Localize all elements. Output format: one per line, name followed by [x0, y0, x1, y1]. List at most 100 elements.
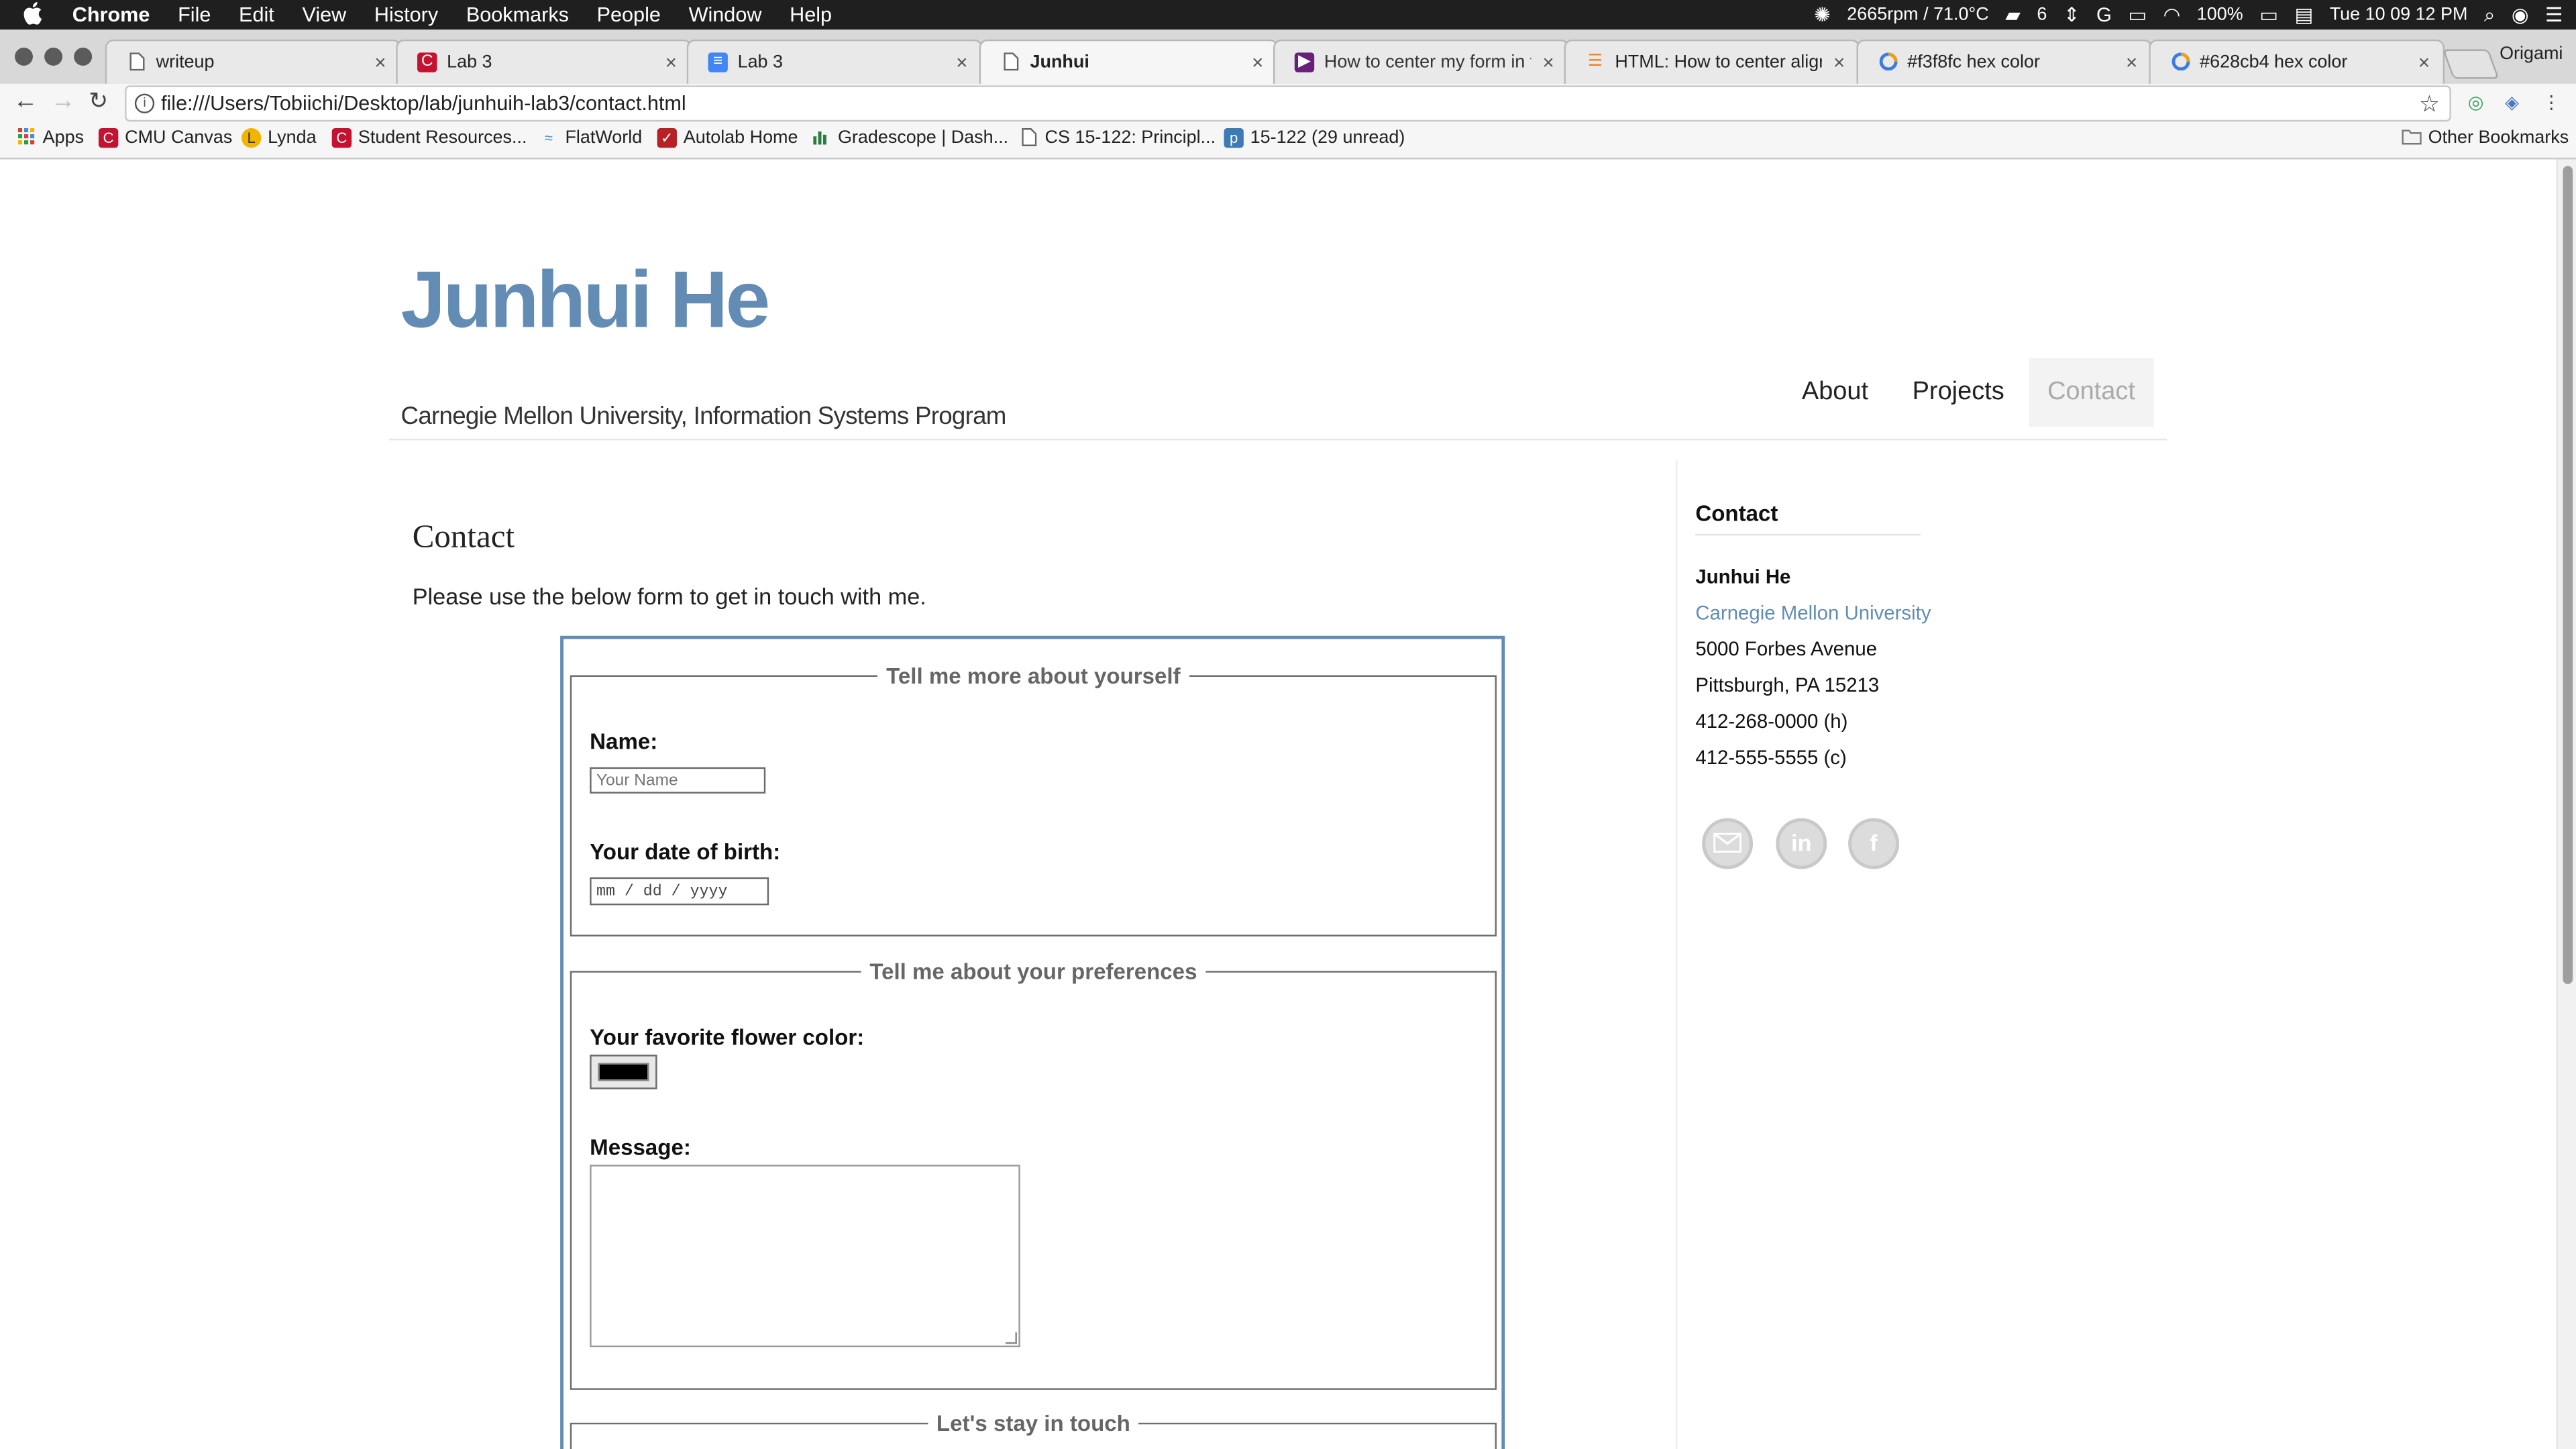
close-tab-icon[interactable]: × [665, 51, 677, 74]
message-textarea[interactable] [590, 1165, 1020, 1348]
extension-off-icon[interactable]: ◈ [2500, 92, 2523, 115]
notification-badge[interactable]: 6 [2037, 5, 2047, 24]
resize-grip-icon[interactable] [1005, 1332, 1017, 1344]
menu-people[interactable]: People [597, 3, 661, 26]
sidebar-university-link[interactable]: Carnegie Mellon University [1695, 601, 1931, 624]
menu-app-name[interactable]: Chrome [72, 3, 150, 26]
back-arrow-icon[interactable]: ← [13, 87, 38, 115]
facebook-icon[interactable]: f [1848, 818, 1900, 869]
address-bar[interactable]: i file:///Users/Tobiichi/Desktop/lab/jun… [125, 85, 2451, 122]
sidebar-divider [1675, 460, 1678, 1449]
fan-icon[interactable]: ✺ [1814, 3, 1831, 26]
tab-title: #f3f8fc hex color [1907, 52, 2040, 72]
fieldset-stay-in-touch: Let's stay in touch [570, 1411, 1497, 1449]
battery-icon[interactable]: ▭ [2259, 3, 2278, 26]
close-tab-icon[interactable]: × [2126, 51, 2137, 74]
page-icon [127, 52, 146, 72]
nav-about[interactable]: About [1781, 358, 1890, 427]
reload-icon[interactable]: ↻ [89, 87, 108, 115]
close-tab-icon[interactable]: × [374, 51, 386, 74]
sync-arrows-icon[interactable]: ⇕ [2063, 3, 2080, 26]
info-icon[interactable]: i [134, 93, 155, 113]
tab-writeup[interactable]: writeup × [105, 39, 401, 84]
dob-input[interactable]: mm / dd / yyyy [590, 877, 769, 906]
bookmark-other-folder[interactable]: Other Bookmarks [2402, 128, 2569, 148]
bookmark-student-resources[interactable]: C Student Resources... [331, 128, 527, 148]
close-tab-icon[interactable]: × [956, 51, 967, 74]
nav-contact[interactable]: Contact [2029, 358, 2154, 427]
dropbox-icon[interactable]: ▰ [2005, 3, 2021, 26]
bookmark-star-icon[interactable]: ☆ [2419, 91, 2440, 119]
tab-center-form[interactable]: ▶ How to center my form in the × [1273, 39, 1569, 84]
profile-name[interactable]: Origami [2500, 44, 2563, 64]
sidebar-phone-cell: 412-555-5555 (c) [1695, 745, 1847, 769]
color-swatch [598, 1063, 649, 1081]
minimize-window-button[interactable] [44, 48, 63, 66]
extension-sync-icon[interactable]: ◎ [2464, 92, 2487, 115]
forward-arrow-icon[interactable]: → [51, 87, 76, 115]
browser-toolbar: ← → ↻ i file:///Users/Tobiichi/Desktop/l… [0, 83, 2576, 123]
page-scrollbar[interactable] [2556, 159, 2576, 1449]
bookmark-gradescope[interactable]: Gradescope | Dash... [812, 128, 1008, 148]
page-icon [1000, 52, 1020, 72]
menu-bookmarks[interactable]: Bookmarks [466, 3, 569, 26]
us-flag-icon[interactable]: ▤ [2294, 3, 2313, 26]
clock[interactable]: Tue 10 09 12 PM [2330, 5, 2468, 24]
sidebar-phone-home: 412-268-0000 (h) [1695, 709, 1848, 733]
apple-logo-icon[interactable] [23, 1, 46, 29]
message-label: Message: [590, 1135, 691, 1160]
menu-help[interactable]: Help [790, 3, 832, 26]
close-window-button[interactable] [15, 48, 33, 66]
chrome-menu-icon[interactable]: ⋮ [2540, 92, 2563, 115]
bookmark-apps[interactable]: Apps [16, 128, 84, 148]
gradescope-icon [812, 128, 831, 148]
battery-percent[interactable]: 100% [2197, 5, 2243, 24]
fan-status[interactable]: 2665rpm / 71.0°C [1847, 5, 1988, 24]
bookmark-cmu-canvas[interactable]: C CMU Canvas [98, 128, 232, 148]
bookmark-label: CS 15-122: Principl... [1044, 128, 1216, 148]
zoom-window-button[interactable] [74, 48, 93, 66]
bookmark-piazza[interactable]: p 15-122 (29 unread) [1224, 128, 1405, 148]
name-input[interactable] [590, 767, 766, 794]
tab-junhui[interactable]: Junhui × [979, 39, 1279, 84]
fieldset-legend: Let's stay in touch [936, 1411, 1130, 1436]
bookmark-cs-15-122[interactable]: CS 15-122: Principl... [1018, 128, 1216, 148]
menu-edit[interactable]: Edit [239, 3, 274, 26]
site-title[interactable]: Junhui He [401, 255, 771, 347]
page-icon [1018, 128, 1038, 148]
notification-center-icon[interactable]: ☰ [2545, 3, 2563, 26]
bookmark-label: Apps [42, 128, 85, 148]
bookmark-flatworld[interactable]: ≈ FlatWorld [539, 128, 642, 148]
lynda-icon: L [241, 128, 262, 148]
tab-lab3-docs[interactable]: ≡ Lab 3 × [686, 39, 983, 84]
url-text[interactable]: file:///Users/Tobiichi/Desktop/lab/junhu… [161, 92, 686, 115]
tab-hex-628cb4[interactable]: #628cb4 hex color × [2149, 39, 2445, 84]
bookmark-autolab[interactable]: ✓ Autolab Home [657, 128, 798, 148]
tab-title: HTML: How to center align a [1615, 52, 1822, 72]
close-tab-icon[interactable]: × [1543, 51, 1554, 74]
grammarly-icon[interactable]: G [2096, 3, 2112, 26]
siri-icon[interactable]: ◉ [2512, 3, 2529, 26]
close-tab-icon[interactable]: × [2418, 51, 2430, 74]
apps-grid-icon [16, 128, 36, 148]
menu-view[interactable]: View [302, 3, 346, 26]
spotlight-search-icon[interactable]: ⌕ [2484, 3, 2495, 28]
new-tab-button[interactable] [2442, 49, 2500, 79]
scrollbar-thumb[interactable] [2563, 166, 2573, 984]
close-tab-icon[interactable]: × [1252, 51, 1263, 74]
menu-history[interactable]: History [374, 3, 438, 26]
tab-center-align[interactable]: ☰ HTML: How to center align a × [1564, 39, 1860, 84]
wifi-icon[interactable]: ◠ [2163, 3, 2181, 26]
tab-lab3-canvas[interactable]: C Lab 3 × [396, 39, 692, 84]
linkedin-icon[interactable]: in [1776, 818, 1827, 869]
bookmark-lynda[interactable]: L Lynda [241, 128, 317, 148]
tab-hex-f3f8fc[interactable]: #f3f8fc hex color × [1856, 39, 2153, 84]
email-icon[interactable] [1702, 818, 1754, 869]
flower-color-picker[interactable] [590, 1055, 657, 1089]
nav-projects[interactable]: Projects [1894, 358, 2023, 427]
airplay-icon[interactable]: ▭ [2128, 3, 2147, 26]
sidebar-heading: Contact [1695, 500, 1778, 526]
menu-file[interactable]: File [178, 3, 211, 26]
close-tab-icon[interactable]: × [1833, 51, 1845, 74]
menu-window[interactable]: Window [689, 3, 762, 26]
